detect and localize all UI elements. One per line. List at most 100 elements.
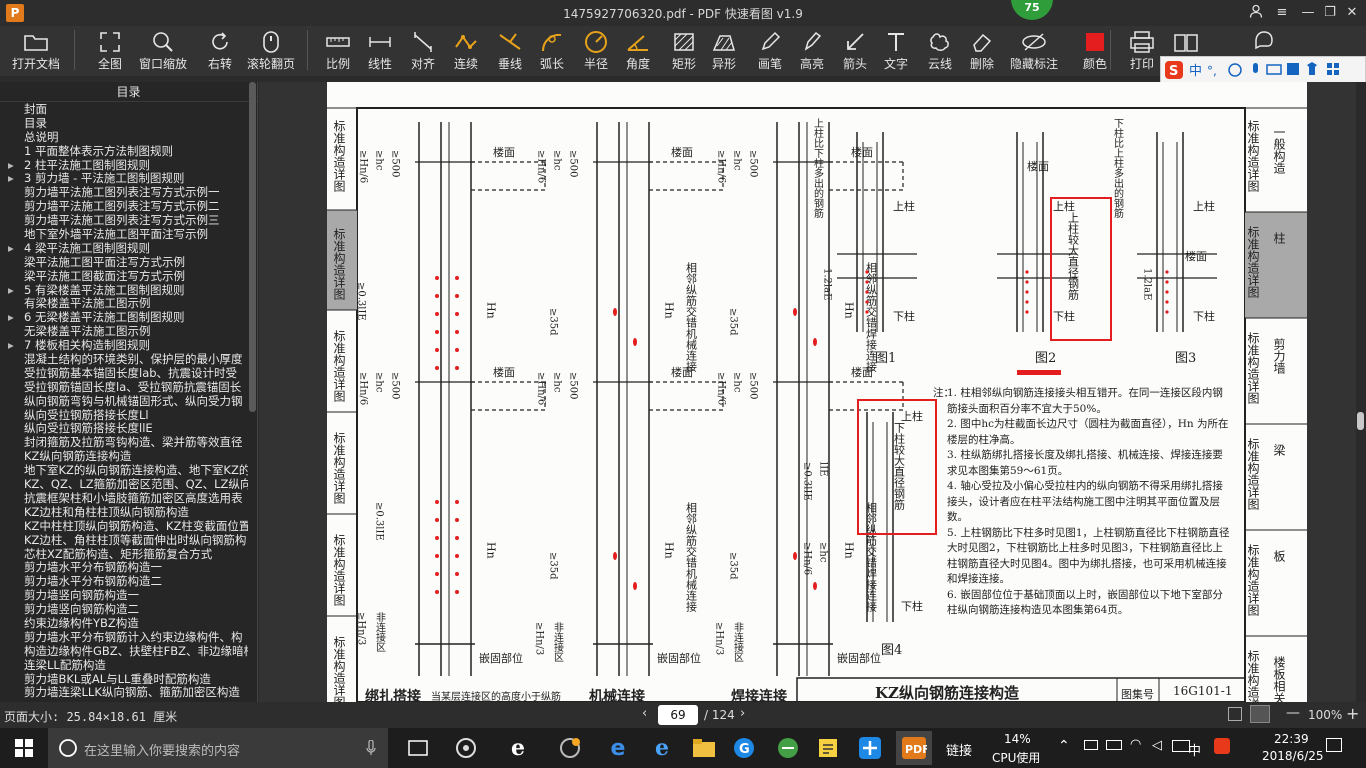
toc-item[interactable]: KZ边柱、角柱柱顶等截面伸出时纵向钢筋构 [0, 534, 248, 548]
toc-item[interactable]: 有梁楼盖平法施工图示例 [0, 297, 248, 311]
expand-arrow-icon[interactable]: ▸ [0, 284, 24, 298]
windows-start-icon[interactable] [10, 734, 38, 762]
toc-item[interactable]: 地下室外墙平法施工图平面注写示例 [0, 228, 248, 242]
pdf-viewer-taskbar-icon[interactable]: PDF [896, 731, 932, 765]
tool-arc-button[interactable]: 弧长 [532, 28, 572, 74]
toc-item[interactable]: KZ纵向钢筋连接构造 [0, 450, 248, 464]
toc-item[interactable]: ▸ 2 柱平法施工图制图规则 [0, 159, 248, 173]
page-number-input[interactable]: 69 [658, 705, 698, 725]
tool-pen-button[interactable]: 画笔 [750, 28, 790, 74]
toc-item[interactable]: 混凝土结构的环境类别、保护层的最小厚度 [0, 353, 248, 367]
tool-scale-button[interactable]: 比例 [318, 28, 358, 74]
expand-arrow-icon[interactable]: ▸ [0, 159, 24, 173]
green-app-icon[interactable] [774, 734, 802, 762]
tool-align-button[interactable]: 对齐 [403, 28, 443, 74]
toc-item[interactable]: ▸ 3 剪力墙 - 平法施工图制图规则 [0, 172, 248, 186]
single-page-view-icon[interactable] [1228, 707, 1242, 721]
toc-item[interactable]: 抗震框架柱和小墙肢箍筋加密区高度选用表 [0, 492, 248, 506]
tool-rect-button[interactable]: 矩形 [664, 28, 704, 74]
wifi-icon[interactable]: ◠ [1130, 737, 1141, 752]
toc-item[interactable]: 剪力墙平法施工图列表注写方式示例一 [0, 186, 248, 200]
ie-browser-icon[interactable]: e [504, 734, 532, 762]
edge-browser-icon[interactable]: e [604, 734, 632, 762]
plus-app-icon[interactable] [856, 734, 884, 762]
viewer-scrollbar[interactable] [1356, 82, 1366, 702]
toc-item[interactable]: 芯柱XZ配筋构造、矩形箍筋复合方式 [0, 548, 248, 562]
tray-chevron-icon[interactable]: ⌃ [1058, 738, 1070, 754]
toc-item[interactable]: 梁平法施工图平面注写方式示例 [0, 256, 248, 270]
tool-polygon-button[interactable]: 异形 [704, 28, 744, 74]
task-view-icon[interactable] [404, 734, 432, 762]
expand-arrow-icon[interactable]: ▸ [0, 339, 24, 353]
tool-radius-button[interactable]: 半径 [576, 28, 616, 74]
minimize-icon[interactable]: — [1296, 4, 1320, 22]
toc-item[interactable]: 纵向钢筋弯钩与机械锚固形式、纵向受力钢 [0, 395, 248, 409]
document-viewer[interactable]: 标准构造详图 标准构造详图 标准构造详图 标准构造详图 标准构造详图 标准构造详图 标准构造… [259, 82, 1356, 702]
sogou-tray-icon[interactable] [1214, 738, 1230, 754]
restore-icon[interactable]: ❐ [1318, 4, 1342, 22]
notification-icon[interactable] [1326, 738, 1342, 752]
toc-item[interactable]: 剪力墙平法施工图列表注写方式示例三 [0, 214, 248, 228]
toc-scrollbar[interactable] [249, 82, 256, 412]
tool-print-button[interactable]: 打印 [1122, 28, 1162, 74]
ie-blue-icon[interactable]: e [648, 734, 676, 762]
toc-item[interactable]: 纵向受拉钢筋搭接长度Ll [0, 409, 248, 423]
tool-text-button[interactable]: 文字 [876, 28, 916, 74]
file-explorer-icon[interactable] [690, 734, 718, 762]
volume-icon[interactable]: ◁ [1152, 738, 1162, 753]
toc-item[interactable]: 受拉钢筋锚固长度la、受拉钢筋抗震锚固长 [0, 381, 248, 395]
tool-color-button[interactable]: 颜色 [1075, 28, 1115, 74]
toc-item[interactable]: 纵向受拉钢筋搭接长度llE [0, 422, 248, 436]
expand-arrow-icon[interactable]: ▸ [0, 242, 24, 256]
link-label[interactable]: 链接 [946, 740, 972, 759]
tool-highlight-button[interactable]: 高亮 [792, 28, 832, 74]
toc-item[interactable]: KZ、QZ、LZ箍筋加密区范围、QZ、LZ纵向钢 [0, 478, 248, 492]
tool-arrow-button[interactable]: 箭头 [835, 28, 875, 74]
close-icon[interactable]: ✕ [1340, 4, 1364, 22]
toc-item[interactable]: 封面 [0, 103, 248, 117]
toc-item[interactable]: 剪力墙连梁LLK纵向钢筋、箍筋加密区构造 [0, 686, 248, 700]
tool-cloud-button[interactable]: 云线 [920, 28, 960, 74]
toc-item[interactable]: 剪力墙竖向钢筋构造二 [0, 603, 248, 617]
tool-linear-button[interactable]: 线性 [360, 28, 400, 74]
tool-rotate-button[interactable]: 右转 [200, 28, 240, 74]
toc-item[interactable]: 剪力墙BKL或AL与LL重叠时配筋构造 [0, 673, 248, 687]
toc-item[interactable]: 构造边缘构件GBZ、扶壁柱FBZ、非边缘暗柱 [0, 645, 248, 659]
toc-item[interactable]: 剪力墙水平分布钢筋构造一 [0, 561, 248, 575]
prev-page-icon[interactable]: ‹ [642, 706, 647, 721]
gtask-app-icon[interactable]: G [730, 734, 758, 762]
toc-item[interactable]: ▸ 6 无梁楼盖平法施工图制图规则 [0, 311, 248, 325]
toc-item[interactable]: 剪力墙水平分布钢筋计入约束边缘构件、构 [0, 631, 248, 645]
toc-item[interactable]: 梁平法施工图截面注写方式示例 [0, 270, 248, 284]
toc-item[interactable]: 无梁楼盖平法施工图示例 [0, 325, 248, 339]
tool-perpendicular-button[interactable]: 垂线 [490, 28, 530, 74]
toc-item[interactable]: 受拉钢筋基本锚固长度lab、抗震设计时受 [0, 367, 248, 381]
settings-app-icon[interactable] [556, 734, 584, 762]
tool-folder-button[interactable]: 打开文档 [10, 28, 62, 74]
tool-zoom-button[interactable]: 窗口缩放 [137, 28, 189, 74]
toc-item[interactable]: 目录 [0, 117, 248, 131]
zoom-in-icon[interactable]: + [1346, 704, 1359, 723]
network-icon[interactable] [1084, 740, 1098, 750]
expand-arrow-icon[interactable]: ▸ [0, 311, 24, 325]
tool-angle-button[interactable]: 角度 [618, 28, 658, 74]
ime-indicator[interactable]: 中 [1188, 740, 1201, 759]
expand-arrow-icon[interactable]: ▸ [0, 172, 24, 186]
toc-item[interactable]: 连梁LL配筋构造 [0, 659, 248, 673]
viewer-scroll-thumb[interactable] [1357, 412, 1364, 430]
toc-item[interactable]: 1 平面整体表示方法制图规则 [0, 145, 248, 159]
tool-hide-button[interactable]: 隐藏标注 [1008, 28, 1060, 74]
tool-fit-button[interactable]: 全图 [90, 28, 130, 74]
toc-item[interactable]: 剪力墙水平分布钢筋构造二 [0, 575, 248, 589]
toc-item[interactable]: 剪力墙平法施工图列表注写方式示例二 [0, 200, 248, 214]
toc-item[interactable]: KZ中柱柱顶纵向钢筋构造、KZ柱变截面位置 [0, 520, 248, 534]
menu-icon[interactable]: ≡ [1270, 4, 1294, 22]
tool-continuous-button[interactable]: 连续 [446, 28, 486, 74]
toc-item[interactable]: ▸ 4 梁平法施工图制图规则 [0, 242, 248, 256]
toc-item[interactable]: KZ边柱和角柱柱顶纵向钢筋构造 [0, 506, 248, 520]
next-page-icon[interactable]: › [740, 706, 745, 721]
toc-item[interactable]: 剪力墙竖向钢筋构造一 [0, 589, 248, 603]
tool-mouse-button[interactable]: 滚轮翻页 [245, 28, 297, 74]
toc-item[interactable]: 封闭箍筋及拉筋弯钩构造、梁并筋等效直径 [0, 436, 248, 450]
toc-item[interactable]: 总说明 [0, 131, 248, 145]
